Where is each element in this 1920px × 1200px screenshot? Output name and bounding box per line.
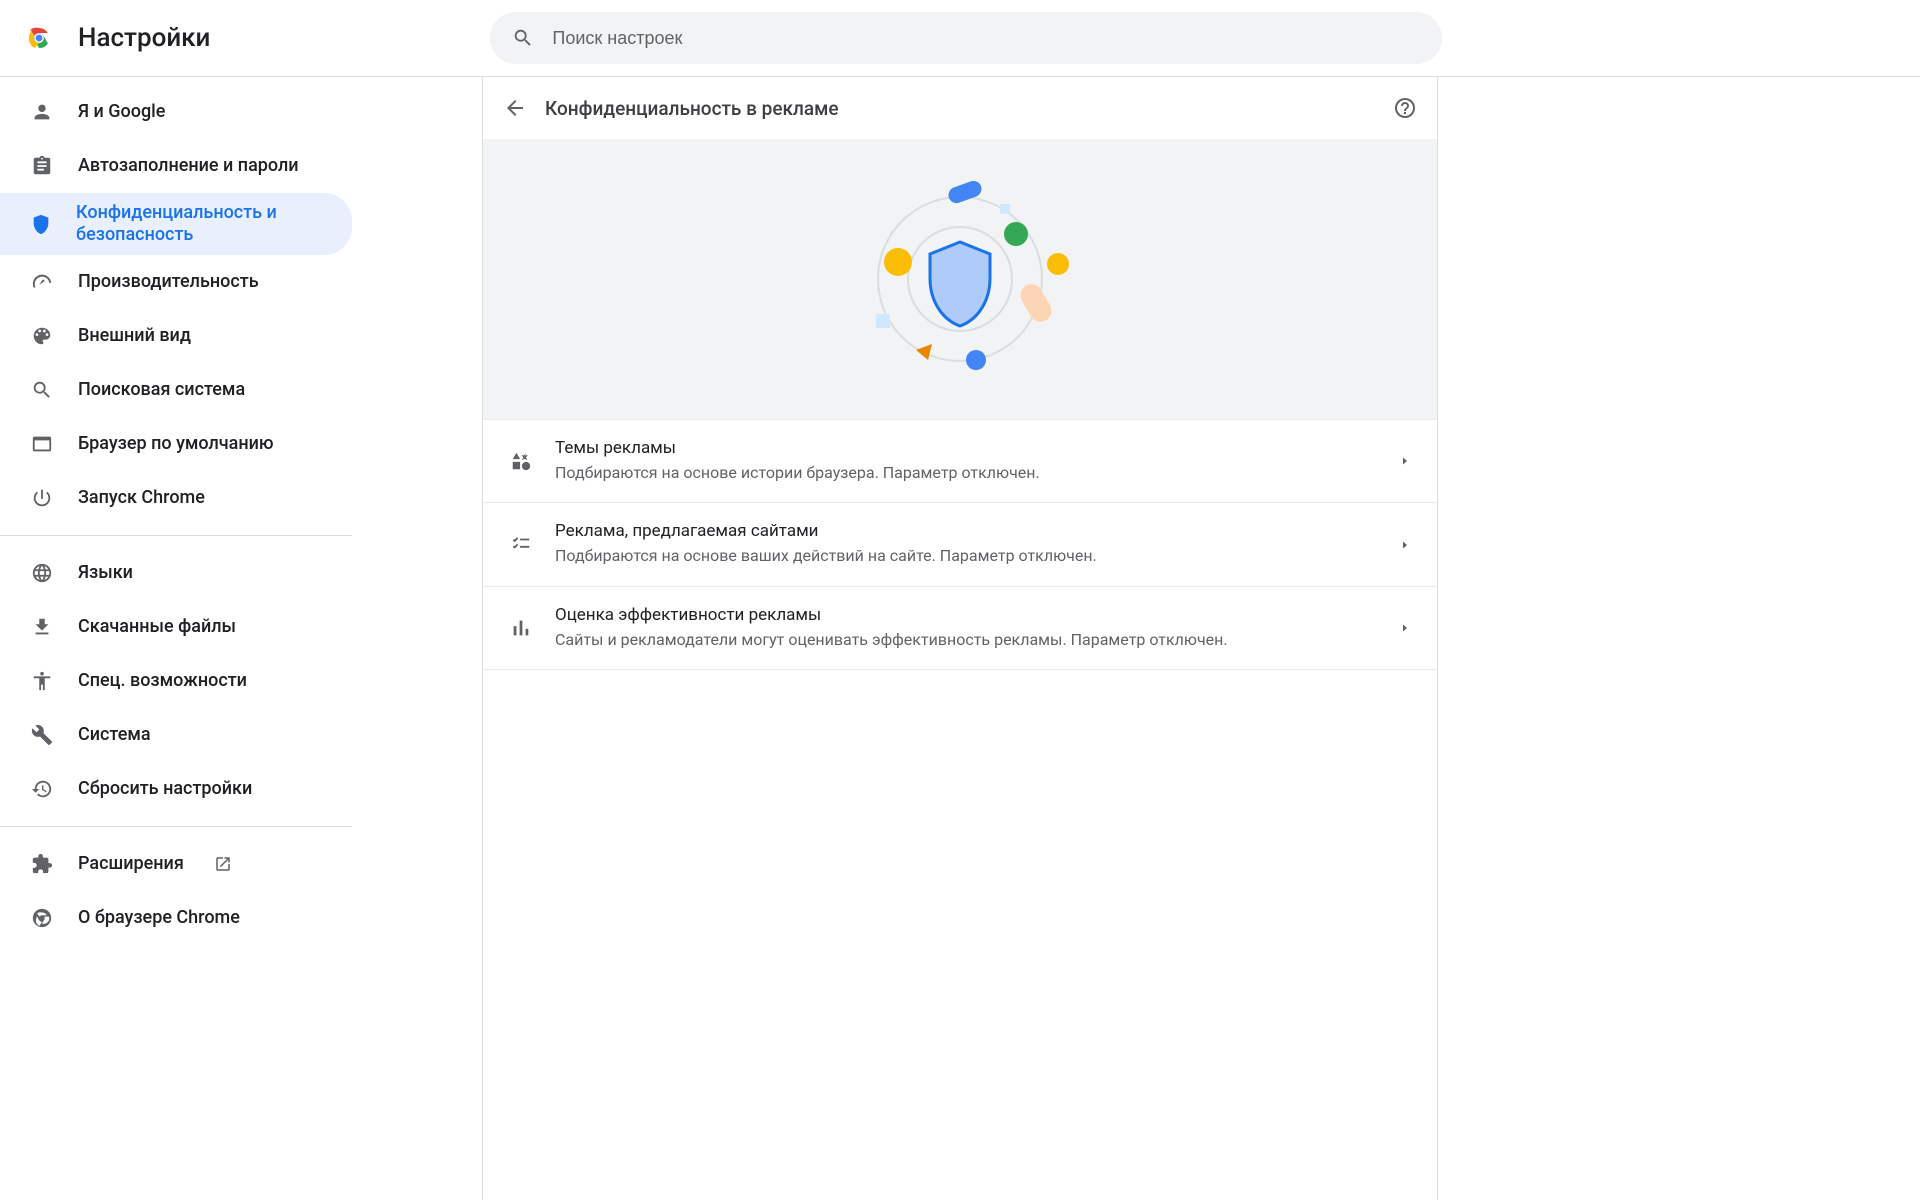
globe-icon [30, 562, 54, 584]
sidebar-item-autofill[interactable]: Автозаполнение и пароли [0, 139, 352, 193]
search-icon [30, 379, 54, 401]
chrome-icon [30, 907, 54, 929]
help-button[interactable] [1393, 96, 1417, 120]
sidebar-item-default-browser[interactable]: Браузер по умолчанию [0, 417, 352, 471]
sidebar-item-extensions[interactable]: Расширения [0, 837, 352, 891]
sidebar-item-system[interactable]: Система [0, 708, 352, 762]
sidebar-item-label: Запуск Chrome [78, 487, 205, 510]
hero-illustration [483, 139, 1437, 419]
chevron-right-icon [1399, 455, 1411, 467]
sidebar-item-languages[interactable]: Языки [0, 546, 352, 600]
download-icon [30, 616, 54, 638]
settings-panel: Конфиденциальность в рекламе [482, 77, 1438, 1200]
sidebar-item-label: Спец. возможности [78, 670, 247, 693]
row-title: Оценка эффективности рекламы [555, 605, 1377, 625]
search-icon [512, 27, 534, 49]
bar-chart-icon [509, 617, 533, 639]
sidebar-item-label: Автозаполнение и пароли [78, 155, 299, 178]
app-header: Настройки [0, 0, 1920, 77]
sidebar-item-label: Скачанные файлы [78, 616, 236, 639]
sidebar-separator [0, 535, 352, 536]
sidebar-item-label: Система [78, 724, 151, 747]
sidebar-item-downloads[interactable]: Скачанные файлы [0, 600, 352, 654]
row-subtitle: Подбираются на основе ваших действий на … [555, 545, 1377, 567]
sidebar: Я и Google Автозаполнение и пароли Конфи… [0, 77, 352, 1200]
accessibility-icon [30, 670, 54, 692]
sidebar-item-label: Языки [78, 562, 133, 585]
sidebar-item-you-and-google[interactable]: Я и Google [0, 85, 352, 139]
sidebar-item-appearance[interactable]: Внешний вид [0, 309, 352, 363]
sidebar-item-label: Производительность [78, 271, 259, 294]
sidebar-item-label: Внешний вид [78, 325, 191, 348]
row-site-suggested-ads[interactable]: Реклама, предлагаемая сайтами Подбираютс… [483, 502, 1437, 585]
checklist-icon [509, 534, 533, 556]
row-title: Реклама, предлагаемая сайтами [555, 521, 1377, 541]
sidebar-item-label: Поисковая система [78, 379, 245, 402]
sidebar-item-performance[interactable]: Производительность [0, 255, 352, 309]
shapes-icon [509, 450, 533, 472]
sidebar-item-on-startup[interactable]: Запуск Chrome [0, 471, 352, 525]
wrench-icon [30, 724, 54, 746]
sidebar-item-label: Расширения [78, 853, 184, 876]
speedometer-icon [30, 271, 54, 293]
row-subtitle: Подбираются на основе истории браузера. … [555, 462, 1377, 484]
sidebar-item-privacy[interactable]: Конфиденциальность и безопасность [0, 193, 352, 255]
power-icon [30, 487, 54, 509]
app-title: Настройки [78, 23, 210, 53]
person-icon [30, 101, 54, 123]
panel-title: Конфиденциальность в рекламе [545, 97, 1375, 120]
sidebar-item-label: Я и Google [78, 101, 165, 124]
browser-icon [30, 433, 54, 455]
main-area: Конфиденциальность в рекламе [352, 77, 1920, 1200]
panel-header: Конфиденциальность в рекламе [483, 77, 1437, 139]
row-subtitle: Сайты и рекламодатели могут оценивать эф… [555, 629, 1377, 651]
palette-icon [30, 325, 54, 347]
search-input[interactable] [552, 28, 1420, 49]
sidebar-item-search-engine[interactable]: Поисковая система [0, 363, 352, 417]
sidebar-separator [0, 826, 352, 827]
sidebar-item-label: Конфиденциальность и безопасность [76, 202, 342, 247]
chrome-logo-icon [24, 23, 54, 53]
sidebar-item-about[interactable]: О браузере Chrome [0, 891, 352, 945]
chevron-right-icon [1399, 622, 1411, 634]
shield-icon [30, 213, 52, 235]
row-title: Темы рекламы [555, 438, 1377, 458]
restore-icon [30, 778, 54, 800]
sidebar-item-label: Браузер по умолчанию [78, 433, 274, 456]
open-in-new-icon [214, 855, 232, 873]
sidebar-item-reset[interactable]: Сбросить настройки [0, 762, 352, 816]
sidebar-item-label: О браузере Chrome [78, 907, 240, 930]
back-button[interactable] [503, 96, 527, 120]
extension-icon [30, 853, 54, 875]
search-box[interactable] [490, 12, 1442, 64]
clipboard-icon [30, 155, 54, 177]
sidebar-item-accessibility[interactable]: Спец. возможности [0, 654, 352, 708]
chevron-right-icon [1399, 539, 1411, 551]
row-ad-topics[interactable]: Темы рекламы Подбираются на основе истор… [483, 419, 1437, 502]
sidebar-item-label: Сбросить настройки [78, 778, 252, 801]
row-ad-measurement[interactable]: Оценка эффективности рекламы Сайты и рек… [483, 586, 1437, 670]
